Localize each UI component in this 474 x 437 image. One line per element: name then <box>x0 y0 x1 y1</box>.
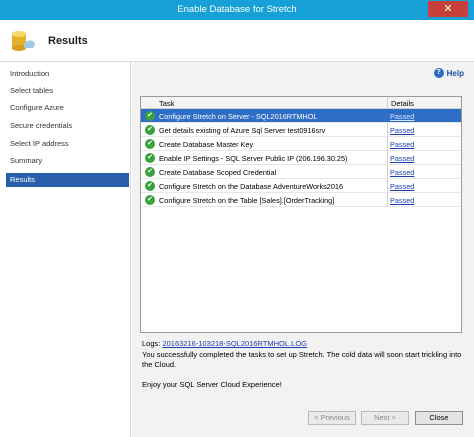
sidebar-item-introduction[interactable]: Introduction <box>6 67 129 81</box>
grid-header: Task Details <box>141 97 461 109</box>
content-pane: ? Help Task Details ✔ Configure Stretch … <box>132 62 474 437</box>
help-icon: ? <box>433 68 444 78</box>
close-button[interactable]: Close <box>415 411 463 425</box>
page-banner: Results <box>0 20 474 62</box>
window-title: Enable Database for Stretch <box>177 4 297 15</box>
task-name: Configure Stretch on Server - SQL2016RTM… <box>159 111 318 121</box>
task-name: Configure Stretch on the Database Advent… <box>159 181 344 191</box>
success-check-icon: ✔ <box>145 195 155 205</box>
task-name: Create Database Master Key <box>159 139 254 149</box>
next-button[interactable]: Next > <box>361 411 409 425</box>
sidebar-item-configure-azure[interactable]: Configure Azure <box>6 101 129 115</box>
sidebar-item-secure-credentials[interactable]: Secure credentials <box>6 119 129 133</box>
success-check-icon: ✔ <box>145 111 155 121</box>
details-link[interactable]: Passed <box>390 140 414 149</box>
table-row[interactable]: ✔ Create Database Scoped Credential Pass… <box>141 165 461 179</box>
database-stretch-icon <box>12 31 35 51</box>
help-link[interactable]: ? Help <box>433 68 464 78</box>
results-grid: Task Details ✔ Configure Stretch on Serv… <box>140 96 462 333</box>
details-link[interactable]: Passed <box>390 168 414 177</box>
success-check-icon: ✔ <box>145 167 155 177</box>
sidebar-item-summary[interactable]: Summary <box>6 154 129 168</box>
table-row[interactable]: ✔ Enable IP Settings - SQL Server Public… <box>141 151 461 165</box>
details-link[interactable]: Passed <box>390 196 414 205</box>
task-name: Enable IP Settings - SQL Server Public I… <box>159 153 348 163</box>
table-row[interactable]: ✔ Create Database Master Key Passed <box>141 137 461 151</box>
details-link[interactable]: Passed <box>390 154 414 163</box>
task-name: Create Database Scoped Credential <box>159 167 277 177</box>
details-link[interactable]: Passed <box>390 182 414 191</box>
table-row[interactable]: ✔ Configure Stretch on Server - SQL2016R… <box>141 109 461 123</box>
success-check-icon: ✔ <box>145 153 155 163</box>
wizard-sidebar: Introduction Select tables Configure Azu… <box>0 62 131 437</box>
details-link[interactable]: Passed <box>390 112 414 121</box>
success-check-icon: ✔ <box>145 181 155 191</box>
table-row[interactable]: ✔ Get details existing of Azure Sql Serv… <box>141 123 461 137</box>
previous-button[interactable]: < Previous <box>308 411 356 425</box>
details-link[interactable]: Passed <box>390 126 414 135</box>
table-row[interactable]: ✔ Configure Stretch on the Table [Sales]… <box>141 193 461 207</box>
column-header-task[interactable]: Task <box>159 99 174 108</box>
sidebar-item-select-ip-address[interactable]: Select IP address <box>6 137 129 151</box>
page-title: Results <box>48 35 88 47</box>
log-file-link[interactable]: 20163216-103218-SQL2016RTMHOL.LOG <box>162 339 307 348</box>
help-label: Help <box>446 68 464 78</box>
sidebar-item-results[interactable]: Results <box>6 173 129 187</box>
window-close-button[interactable]: ✕ <box>428 1 468 17</box>
success-check-icon: ✔ <box>145 139 155 149</box>
table-row[interactable]: ✔ Configure Stretch on the Database Adve… <box>141 179 461 193</box>
enjoy-message: Enjoy your SQL Server Cloud Experience! <box>142 380 282 389</box>
success-check-icon: ✔ <box>145 125 155 135</box>
sidebar-item-select-tables[interactable]: Select tables <box>6 84 129 98</box>
column-header-details[interactable]: Details <box>391 99 414 108</box>
completion-message: You successfully completed the tasks to … <box>142 350 462 369</box>
title-bar: Enable Database for Stretch ✕ <box>0 0 474 20</box>
task-name: Get details existing of Azure Sql Server… <box>159 125 326 135</box>
logs-label: Logs: <box>142 339 161 348</box>
task-name: Configure Stretch on the Table [Sales].[… <box>159 195 335 205</box>
logs-line: Logs: 20163216-103218-SQL2016RTMHOL.LOG <box>142 339 307 348</box>
